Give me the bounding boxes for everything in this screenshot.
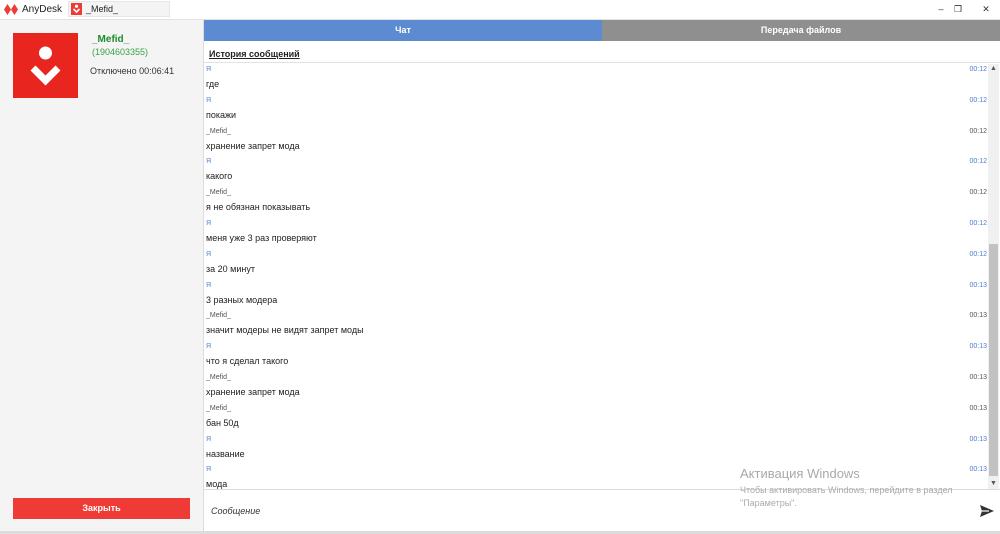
message-item: Я 00:12 меня уже 3 раз проверяют bbox=[204, 218, 988, 249]
message-time: 00:12 bbox=[969, 219, 987, 227]
message-item: Я 00:13 3 разных модера bbox=[204, 280, 988, 311]
message-text: меня уже 3 раз проверяют bbox=[206, 232, 317, 243]
peer-id: (1904603355) bbox=[92, 47, 149, 57]
message-text: мода bbox=[206, 479, 228, 489]
message-time: 00:12 bbox=[969, 189, 987, 197]
message-time: 00:12 bbox=[969, 96, 987, 104]
message-item: _Mefid_ 00:13 значит модеры не видят запре… bbox=[204, 310, 988, 341]
message-time: 00:13 bbox=[969, 466, 987, 474]
message-text: за 20 минут bbox=[206, 263, 255, 274]
message-item: _Mefid_ 00:13 хранение запрет мода bbox=[204, 372, 988, 403]
message-sender: Я bbox=[206, 250, 212, 258]
activation-watermark-subtitle: Чтобы активировать Windows, перейдите в … bbox=[740, 485, 953, 508]
message-time: 00:13 bbox=[969, 404, 987, 412]
scroll-thumb[interactable] bbox=[989, 244, 998, 476]
message-text: покажи bbox=[206, 109, 237, 120]
message-time: 00:13 bbox=[969, 281, 987, 289]
peer-name: _Mefid_ bbox=[92, 34, 130, 45]
title-bar: AnyDesk _Mefid_ – ❐ ✕ bbox=[0, 0, 1000, 20]
anydesk-avatar-icon bbox=[13, 33, 78, 98]
message-text: где bbox=[206, 79, 220, 89]
app-name: AnyDesk bbox=[22, 4, 63, 15]
chevron-down-icon[interactable]: ▼ bbox=[988, 479, 999, 489]
history-title: История сообщений bbox=[209, 49, 300, 59]
message-text: что я сделал такого bbox=[206, 356, 289, 367]
message-sender: Я bbox=[206, 219, 212, 227]
message-sender: _Mefid_ bbox=[206, 404, 231, 412]
message-sender: _Mefid_ bbox=[206, 312, 231, 320]
message-sender: Я bbox=[206, 343, 212, 351]
message-sender: Я bbox=[206, 435, 212, 443]
message-time: 00:12 bbox=[969, 158, 987, 166]
tab-file-transfer[interactable]: Передача файлов bbox=[602, 20, 1000, 41]
message-item: Я 00:12 покажи bbox=[204, 95, 988, 126]
message-text: хранение запрет мода bbox=[206, 386, 300, 397]
message-text: значит модеры не видят запрет моды bbox=[206, 325, 364, 336]
chevron-up-icon[interactable]: ▲ bbox=[988, 64, 999, 74]
send-icon[interactable] bbox=[978, 502, 996, 520]
left-panel: _Mefid_ (1904603355) Отключено 00:06:41 … bbox=[0, 20, 204, 531]
message-time: 00:13 bbox=[969, 312, 987, 320]
anydesk-tab-icon bbox=[71, 3, 82, 15]
message-item: _Mefid_ 00:12 я не обязнан показывать bbox=[204, 187, 988, 218]
message-time: 00:13 bbox=[969, 373, 987, 381]
message-time: 00:12 bbox=[969, 250, 987, 258]
message-sender: _Mefid_ bbox=[206, 373, 231, 381]
session-tab-label: _Mefid_ bbox=[86, 4, 119, 14]
message-sender: Я bbox=[206, 66, 212, 73]
message-sender: Я bbox=[206, 466, 212, 474]
connection-status: Отключено 00:06:41 bbox=[90, 66, 175, 76]
message-text: я не обязнан показывать bbox=[206, 202, 311, 213]
divider bbox=[204, 62, 1000, 63]
message-item: Я 00:12 какого bbox=[204, 156, 988, 187]
message-sender: _Mefid_ bbox=[206, 189, 231, 197]
session-tab[interactable]: _Mefid_ bbox=[68, 1, 170, 17]
message-sender: Я bbox=[206, 281, 212, 289]
activation-watermark-title: Активация Windows bbox=[740, 466, 860, 481]
message-text: какого bbox=[206, 171, 233, 182]
close-window-button[interactable]: ✕ bbox=[974, 0, 998, 19]
message-time: 00:12 bbox=[969, 127, 987, 135]
message-item: Я 00:12 за 20 минут bbox=[204, 249, 988, 280]
message-item: _Mefid_ 00:12 хранение запрет мода bbox=[204, 126, 988, 157]
message-item: _Mefid_ 00:13 бан 50д bbox=[204, 403, 988, 434]
message-time: 00:13 bbox=[969, 343, 987, 351]
message-item: Я 00:13 что я сделал такого bbox=[204, 341, 988, 372]
message-time: 00:13 bbox=[969, 435, 987, 443]
close-session-button[interactable]: Закрыть bbox=[13, 498, 190, 519]
message-sender: Я bbox=[206, 158, 212, 166]
message-item: Я 00:13 название bbox=[204, 434, 988, 465]
scrollbar[interactable]: ▲ ▼ bbox=[988, 64, 999, 489]
message-sender: _Mefid_ bbox=[206, 127, 231, 135]
message-text: название bbox=[206, 448, 245, 459]
message-text: хранение запрет мода bbox=[206, 140, 300, 151]
message-time: 00:12 bbox=[969, 66, 987, 73]
tab-chat[interactable]: Чат bbox=[204, 20, 602, 41]
anydesk-logo-icon bbox=[4, 4, 18, 15]
message-item: Я 00:12 где bbox=[204, 64, 988, 95]
message-list: Я 00:12 где Я 00:12 покажи _Mefid_ 00:12 хранени… bbox=[204, 64, 988, 489]
maximize-button[interactable]: ❐ bbox=[946, 0, 970, 19]
message-sender: Я bbox=[206, 96, 212, 104]
message-text: бан 50д bbox=[206, 417, 239, 428]
message-text: 3 разных модера bbox=[206, 294, 278, 305]
